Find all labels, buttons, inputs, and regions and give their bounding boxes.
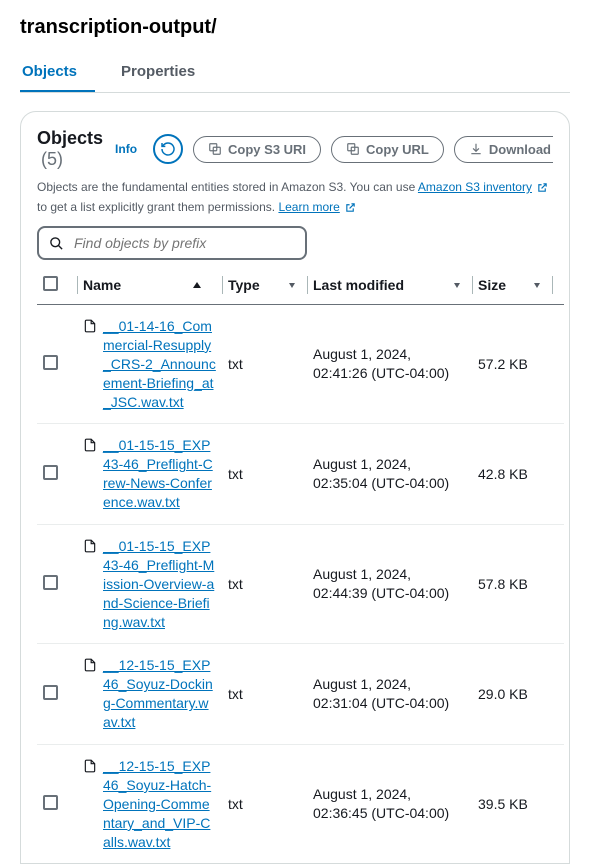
cell-size: 29.0 KB [472,644,552,745]
panel-title: Objects (5) [37,128,103,170]
cell-last-modified: August 1, 2024, 02:36:45 (UTC-04:00) [307,745,472,864]
info-link[interactable]: Info [115,142,137,156]
column-size[interactable]: Size [472,266,552,305]
download-icon [469,142,483,156]
column-last-modified[interactable]: Last modified [307,266,472,305]
file-icon [83,318,97,334]
file-icon [83,758,97,774]
panel-count: (5) [41,149,63,169]
cell-size: 42.8 KB [472,424,552,525]
objects-table: Name Type Last modified Size [37,266,564,863]
file-link[interactable]: __12-15-15_EXP46_Soyuz-Docking-Commentar… [103,656,216,732]
row-checkbox[interactable] [43,795,58,810]
cell-type: txt [222,424,307,525]
table-row: __01-14-16_Commercial-Resupply_CRS-2_Ann… [37,305,564,424]
refresh-button[interactable] [153,134,183,164]
row-checkbox[interactable] [43,685,58,700]
cell-size: 39.5 KB [472,745,552,864]
cell-type: txt [222,305,307,424]
file-icon [83,657,97,673]
file-link[interactable]: __01-15-15_EXP43-46_Preflight-Crew-News-… [103,436,216,512]
column-name[interactable]: Name [77,266,222,305]
table-row: __12-15-15_EXP46_Soyuz-Docking-Commentar… [37,644,564,745]
file-link[interactable]: __01-15-15_EXP43-46_Preflight-Mission-Ov… [103,537,216,631]
file-icon [83,437,97,453]
search-box[interactable] [37,226,307,260]
column-settings-icon [454,283,460,288]
file-icon [83,538,97,554]
table-row: __01-15-15_EXP43-46_Preflight-Mission-Ov… [37,525,564,644]
copy-url-button[interactable]: Copy URL [331,136,444,163]
column-settings-icon [534,283,540,288]
cell-size: 57.2 KB [472,305,552,424]
table-row: __12-15-15_EXP46_Soyuz-Hatch-Opening-Com… [37,745,564,864]
objects-panel: Objects (5) Info Copy S3 URI Copy URL [20,111,570,864]
row-checkbox[interactable] [43,575,58,590]
column-type[interactable]: Type [222,266,307,305]
page-title: transcription-output/ [20,16,570,39]
file-link[interactable]: __01-14-16_Commercial-Resupply_CRS-2_Ann… [103,317,216,411]
cell-last-modified: August 1, 2024, 02:31:04 (UTC-04:00) [307,644,472,745]
copy-icon [346,142,360,156]
cell-last-modified: August 1, 2024, 02:41:26 (UTC-04:00) [307,305,472,424]
tab-objects[interactable]: Objects [20,53,95,92]
panel-description: Objects are the fundamental entities sto… [37,178,553,218]
cell-size: 57.8 KB [472,525,552,644]
download-button[interactable]: Download [454,136,553,163]
external-link-icon [537,180,548,198]
s3-inventory-link[interactable]: Amazon S3 inventory [418,180,532,194]
row-checkbox[interactable] [43,355,58,370]
search-icon [49,236,64,251]
file-link[interactable]: __12-15-15_EXP46_Soyuz-Hatch-Opening-Com… [103,757,216,851]
refresh-icon [160,141,176,157]
sort-ascending-icon [193,282,201,288]
select-all-checkbox[interactable] [43,276,58,291]
copy-s3-uri-button[interactable]: Copy S3 URI [193,136,321,163]
external-link-icon [345,200,356,218]
row-checkbox[interactable] [43,465,58,480]
tabs: Objects Properties [20,53,570,93]
cell-last-modified: August 1, 2024, 02:44:39 (UTC-04:00) [307,525,472,644]
cell-type: txt [222,644,307,745]
learn-more-link[interactable]: Learn more [278,200,339,214]
cell-last-modified: August 1, 2024, 02:35:04 (UTC-04:00) [307,424,472,525]
cell-type: txt [222,745,307,864]
search-input[interactable] [72,234,295,252]
table-row: __01-15-15_EXP43-46_Preflight-Crew-News-… [37,424,564,525]
copy-icon [208,142,222,156]
cell-type: txt [222,525,307,644]
column-settings-icon [289,283,295,288]
tab-properties[interactable]: Properties [119,53,213,92]
